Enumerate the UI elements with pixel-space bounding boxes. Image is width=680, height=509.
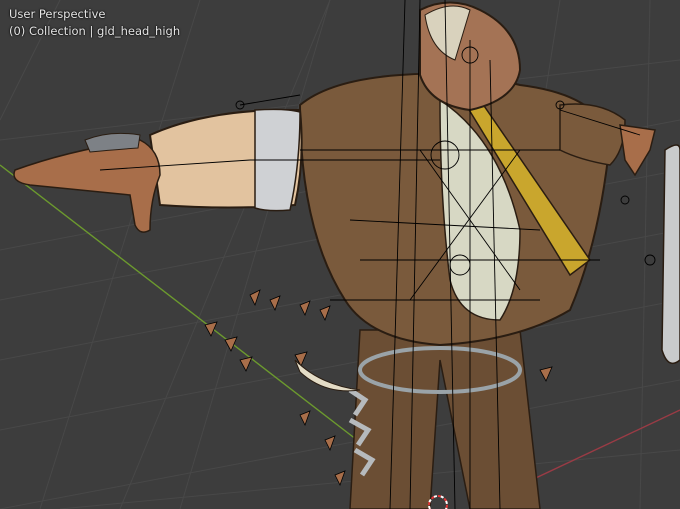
fang-prop — [294, 359, 361, 392]
3d-cursor-icon[interactable] — [428, 495, 448, 509]
scene-canvas[interactable] — [0, 0, 680, 509]
3d-viewport[interactable]: User Perspective (0) Collection | gld_he… — [0, 0, 680, 509]
